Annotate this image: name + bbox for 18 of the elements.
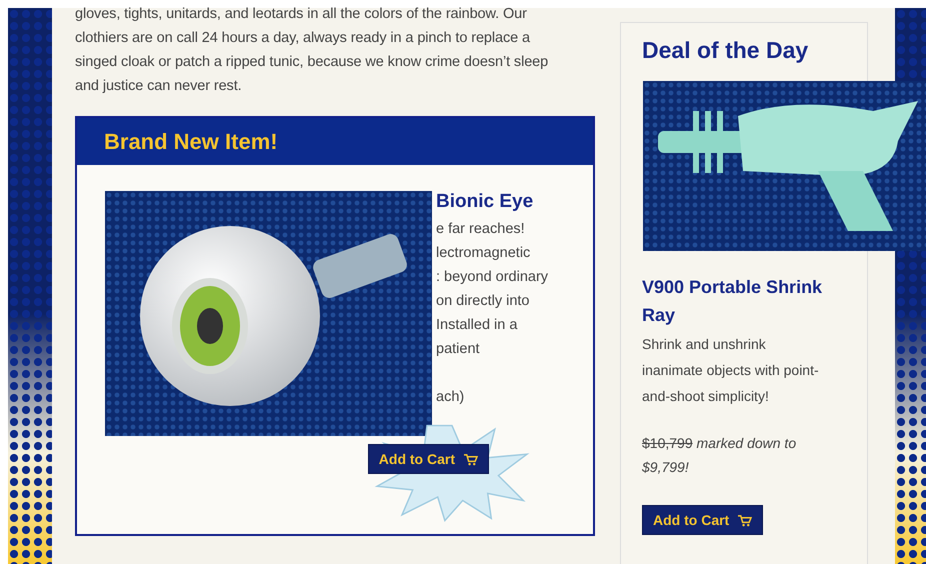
- panel-header: Brand New Item!: [77, 118, 593, 165]
- product-description: Shrink and unshrink inanimate objects with point-and-shoot simplicity!: [642, 335, 820, 406]
- deal-heading: Deal of the Day: [642, 37, 810, 65]
- add-to-cart-button[interactable]: Add to Cart: [368, 444, 489, 474]
- cart-icon: [737, 514, 752, 526]
- product-title: V900 Portable Shrink Ray: [642, 276, 824, 327]
- description-fragment: on directly into: [436, 293, 530, 309]
- intro-paragraph: gloves, tights, unitards, and leotards in all the colors of the rainbow. Our clothiers are on call 24 hours a day, always ready in a pinch to replace a singed cloak or patch a ripped tunic, because we know crime doesn’t sleep and justice can never rest.: [75, 5, 550, 96]
- add-to-cart-button[interactable]: Add to Cart: [642, 505, 764, 535]
- description-fragment: e far reaches!: [436, 221, 525, 237]
- product-title: Bionic Eye: [436, 191, 534, 214]
- description-fragment: ach): [436, 389, 464, 405]
- description-fragment: : beyond ordinary: [436, 269, 548, 285]
- description-fragment: Installed in a: [436, 317, 518, 333]
- price-text: $10,799 marked down to $9,799!: [642, 434, 798, 477]
- cart-icon: [463, 452, 478, 466]
- description-fragment: patient: [436, 341, 480, 357]
- description-fragment: lectromagnetic: [436, 245, 530, 261]
